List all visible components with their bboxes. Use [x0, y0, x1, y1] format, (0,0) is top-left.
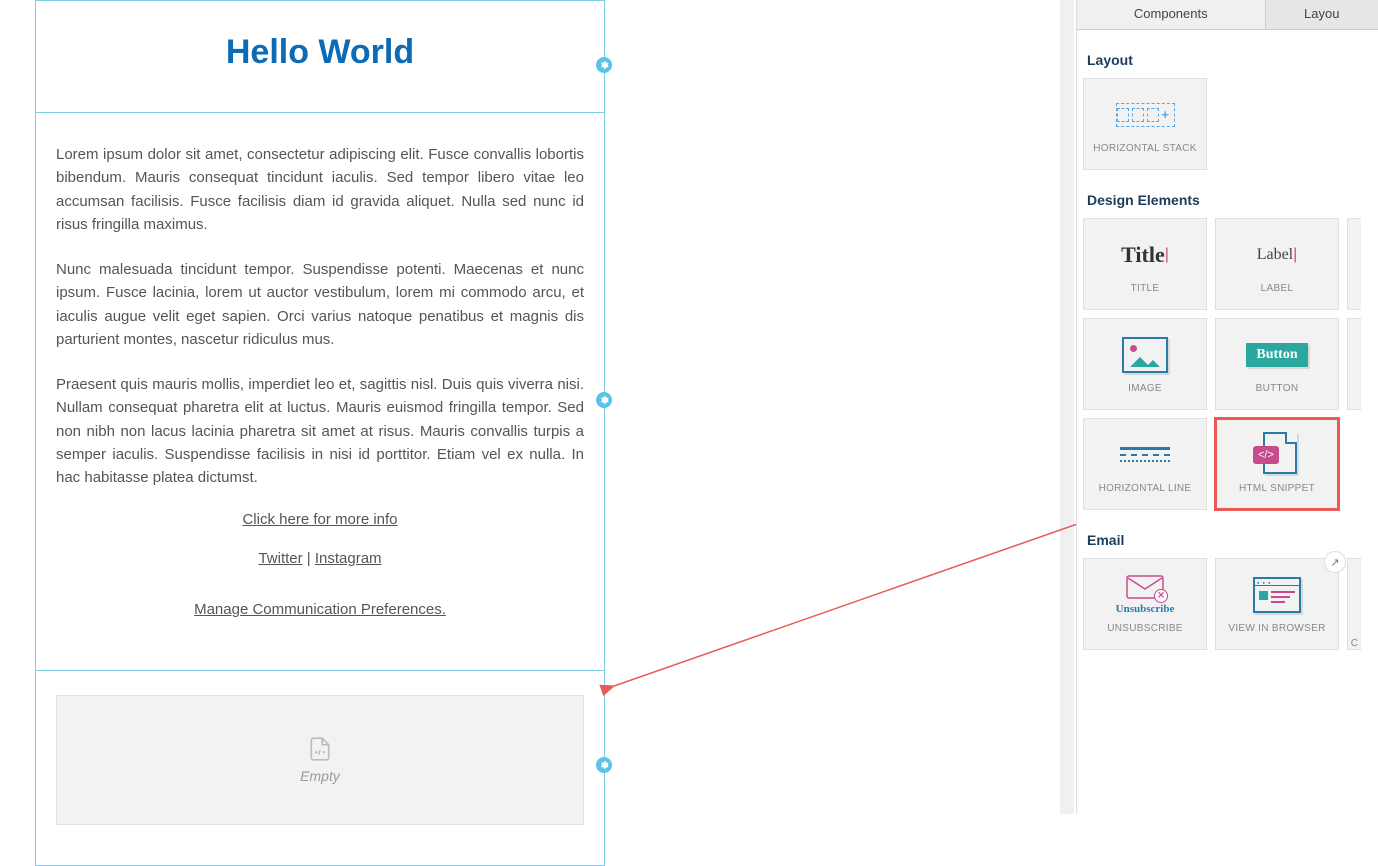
unsubscribe-icon: ✕ Unsubscribe — [1116, 575, 1175, 615]
component-sidebar: Components Layou Layout + HORIZONTAL STA… — [1076, 0, 1378, 814]
manage-prefs-link[interactable]: Manage Communication Preferences. — [194, 601, 446, 618]
component-horizontal-line[interactable]: HORIZONTAL LINE — [1083, 418, 1207, 510]
component-html-snippet[interactable]: </> HTML SNIPPET — [1215, 418, 1339, 510]
sidebar-tabs: Components Layou — [1077, 0, 1378, 30]
html-snippet-icon: </> — [1257, 432, 1297, 478]
empty-snippet-placeholder[interactable]: Empty — [56, 695, 584, 825]
paragraph-1: Lorem ipsum dolor sit amet, consectetur … — [56, 143, 584, 236]
editor-scrollbar[interactable] — [1060, 0, 1074, 814]
component-partial-cut[interactable] — [1347, 218, 1361, 310]
gear-icon[interactable] — [596, 757, 612, 773]
component-label[interactable]: Label| LABEL — [1215, 218, 1339, 310]
image-icon — [1122, 337, 1168, 373]
empty-label: Empty — [300, 768, 340, 784]
tab-layout[interactable]: Layou — [1266, 0, 1378, 29]
popout-icon[interactable]: ↗ — [1324, 551, 1346, 573]
component-partial-cut[interactable] — [1347, 318, 1361, 410]
browser-icon: ● ● ● — [1253, 577, 1301, 613]
component-image[interactable]: IMAGE — [1083, 318, 1207, 410]
component-unsubscribe[interactable]: ✕ Unsubscribe UNSUBSCRIBE — [1083, 558, 1207, 650]
button-preview: Button — [1246, 343, 1307, 367]
gear-icon[interactable] — [596, 392, 612, 408]
component-view-in-browser[interactable]: ↗ ● ● ● VIEW IN BROWSER — [1215, 558, 1339, 650]
document-icon — [307, 736, 333, 762]
horizontal-line-icon — [1120, 447, 1170, 462]
instagram-link[interactable]: Instagram — [315, 550, 382, 567]
tab-components[interactable]: Components — [1077, 0, 1266, 29]
component-horizontal-stack[interactable]: + HORIZONTAL STACK — [1083, 78, 1207, 170]
more-info-link[interactable]: Click here for more info — [242, 511, 397, 528]
title-block[interactable]: Hello World — [35, 0, 605, 113]
paragraph-3: Praesent quis mauris mollis, imperdiet l… — [56, 373, 584, 489]
label-preview: Label — [1257, 246, 1293, 264]
email-title: Hello World — [56, 33, 584, 72]
body-block[interactable]: Lorem ipsum dolor sit amet, consectetur … — [35, 113, 605, 671]
component-button[interactable]: Button BUTTON — [1215, 318, 1339, 410]
paragraph-2: Nunc malesuada tincidunt tempor. Suspend… — [56, 258, 584, 351]
component-partial-cut[interactable]: C — [1347, 558, 1361, 650]
title-preview: Title — [1121, 242, 1165, 268]
cursor-icon: | — [1165, 246, 1169, 264]
cursor-icon: | — [1293, 246, 1297, 264]
horizontal-stack-icon: + — [1116, 103, 1175, 127]
snippet-drop-block[interactable]: Empty — [35, 671, 605, 866]
section-layout: Layout — [1077, 30, 1378, 78]
gear-icon[interactable] — [596, 57, 612, 73]
twitter-link[interactable]: Twitter — [258, 550, 302, 567]
social-separator: | — [303, 550, 315, 567]
section-design-elements: Design Elements — [1077, 170, 1378, 218]
component-title[interactable]: Title| TITLE — [1083, 218, 1207, 310]
email-canvas: Hello World Lorem ipsum dolor sit amet, … — [35, 0, 605, 866]
